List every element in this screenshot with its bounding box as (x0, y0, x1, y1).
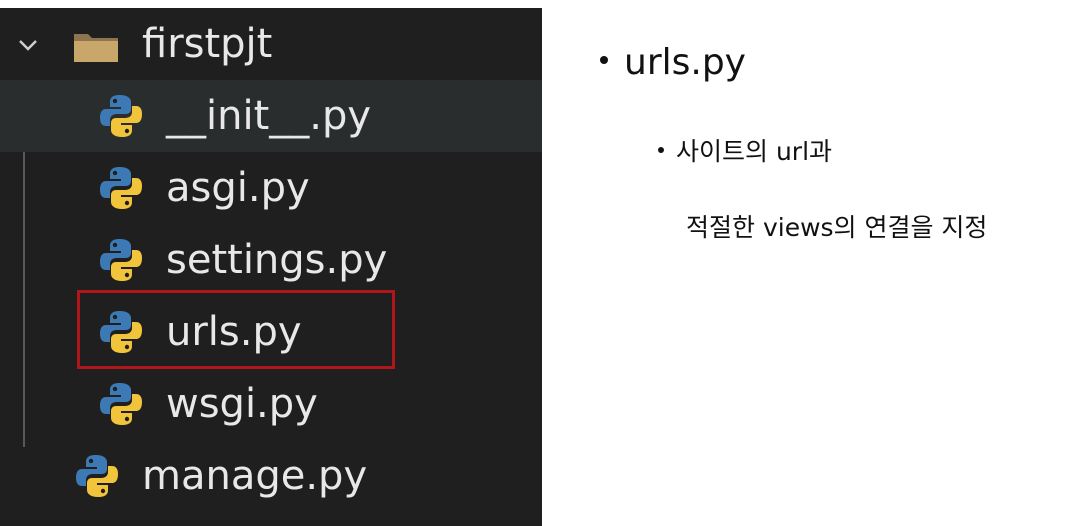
tree-item-firstpjt-folder[interactable]: firstpjt (0, 8, 542, 80)
folder-icon (74, 34, 118, 62)
file-label: asgi.py (166, 165, 310, 211)
note-title: urls.py (624, 42, 746, 83)
file-explorer: firstpjt __init__.py asgi.py settings.py (0, 8, 542, 526)
python-file-icon (76, 455, 118, 497)
bullet-main: urls.py (600, 38, 746, 88)
note-sub-line2: 적절한 views의 연결을 지정 (686, 213, 988, 242)
tree-item-init-py[interactable]: __init__.py (0, 80, 542, 152)
tree-item-wsgi-py[interactable]: wsgi.py (0, 368, 542, 440)
bullet-dot (600, 56, 608, 64)
file-label: __init__.py (166, 93, 372, 139)
notes-panel: urls.py 사이트의 url과 적절한 views의 연결을 지정 (600, 0, 1090, 526)
python-file-icon (100, 95, 142, 137)
chevron-down-icon[interactable] (17, 34, 39, 56)
tree-item-manage-py[interactable]: manage.py (0, 440, 542, 512)
bullet-sub: 사이트의 url과 (658, 134, 832, 170)
bullet-dot (658, 147, 664, 153)
file-label: manage.py (142, 453, 368, 499)
folder-label: firstpjt (142, 21, 273, 67)
highlight-box (77, 290, 395, 369)
python-file-icon (100, 239, 142, 281)
file-label: settings.py (166, 237, 388, 283)
file-label: wsgi.py (166, 381, 318, 427)
python-file-icon (100, 383, 142, 425)
tree-item-settings-py[interactable]: settings.py (0, 224, 542, 296)
python-file-icon (100, 167, 142, 209)
tree-item-asgi-py[interactable]: asgi.py (0, 152, 542, 224)
note-sub-line1: 사이트의 url과 (676, 137, 833, 166)
